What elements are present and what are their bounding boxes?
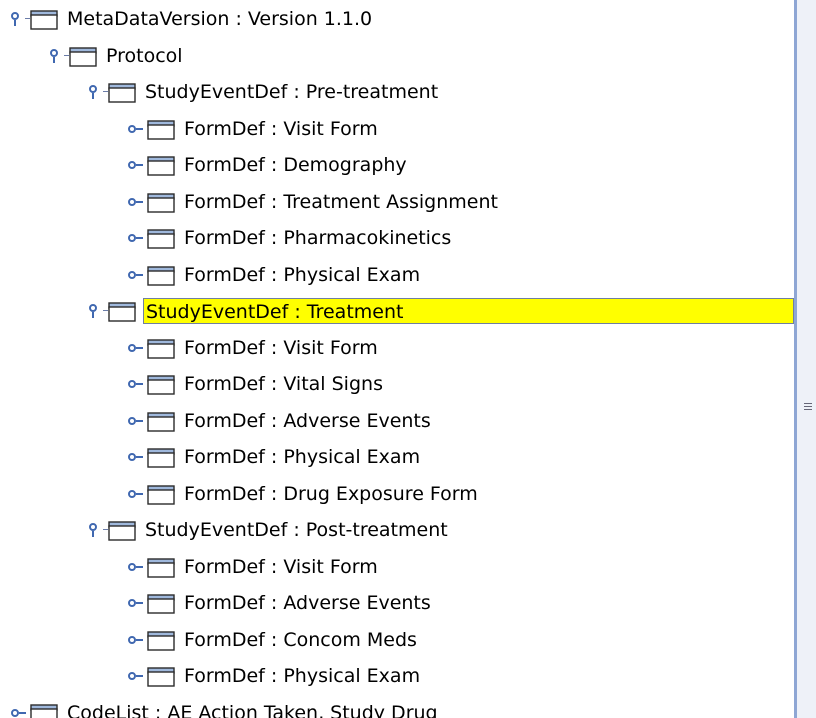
tree-node-label[interactable]: CodeList : AE Action Taken, Study Drug bbox=[65, 700, 440, 718]
folder-icon bbox=[147, 229, 175, 249]
expanded-handle-icon[interactable] bbox=[50, 48, 69, 63]
tree-node[interactable]: FormDef : Demography bbox=[0, 147, 794, 183]
tree-node[interactable]: CodeList : AE Action Taken, Study Drug bbox=[0, 695, 794, 718]
expanded-handle-icon[interactable] bbox=[89, 523, 108, 537]
collapsed-handle-icon[interactable] bbox=[128, 268, 144, 282]
tree-node[interactable]: MetaDataVersion : Version 1.1.0 bbox=[0, 1, 794, 37]
collapsed-handle-icon[interactable] bbox=[128, 122, 144, 136]
tree-node[interactable]: FormDef : Concom Meds bbox=[0, 622, 794, 658]
expanded-handle-icon[interactable] bbox=[89, 304, 108, 318]
collapsed-handle-icon[interactable] bbox=[128, 414, 144, 428]
folder-icon bbox=[147, 448, 175, 468]
collapsed-handle-icon[interactable] bbox=[128, 341, 144, 355]
folder-icon bbox=[147, 375, 175, 395]
folder-icon bbox=[147, 265, 175, 286]
tree-node[interactable]: FormDef : Treatment Assignment bbox=[0, 184, 794, 220]
folder-icon bbox=[147, 156, 175, 176]
folder-icon bbox=[147, 630, 175, 651]
tree-node-label[interactable]: FormDef : Adverse Events bbox=[182, 590, 433, 616]
collapsed-handle-icon[interactable] bbox=[128, 450, 144, 464]
tree-node[interactable]: StudyEventDef : Pre-treatment bbox=[0, 74, 794, 110]
folder-icon bbox=[147, 594, 175, 614]
folder-icon bbox=[147, 338, 175, 359]
collapsed-handle-icon[interactable] bbox=[128, 158, 144, 172]
collapsed-handle-icon[interactable] bbox=[128, 195, 144, 209]
tree-node-label[interactable]: FormDef : Adverse Events bbox=[182, 408, 433, 434]
folder-icon bbox=[108, 83, 136, 103]
collapsed-handle-icon[interactable] bbox=[128, 487, 144, 501]
folder-icon bbox=[108, 521, 136, 541]
tree-node-label[interactable]: FormDef : Pharmacokinetics bbox=[182, 225, 453, 251]
tree-node-label[interactable]: FormDef : Physical Exam bbox=[182, 262, 422, 288]
tree-node-label[interactable]: FormDef : Visit Form bbox=[182, 335, 380, 361]
collapsed-handle-icon[interactable] bbox=[128, 596, 144, 610]
tree-node-label[interactable]: FormDef : Vital Signs bbox=[182, 371, 385, 397]
tree-node-label[interactable]: FormDef : Visit Form bbox=[182, 554, 380, 580]
tree-node-label[interactable]: StudyEventDef : Post-treatment bbox=[143, 517, 450, 543]
tree-node-label[interactable]: FormDef : Concom Meds bbox=[182, 627, 419, 653]
tree-node-label[interactable]: FormDef : Physical Exam bbox=[182, 663, 422, 689]
tree-node[interactable]: FormDef : Adverse Events bbox=[0, 585, 794, 621]
tree-node[interactable]: FormDef : Visit Form bbox=[0, 111, 794, 147]
tree-node[interactable]: FormDef : Adverse Events bbox=[0, 403, 794, 439]
folder-icon bbox=[69, 46, 97, 67]
folder-icon bbox=[147, 119, 175, 140]
tree-node[interactable]: StudyEventDef : Post-treatment bbox=[0, 512, 794, 548]
tree-node-label[interactable]: FormDef : Visit Form bbox=[182, 116, 380, 142]
tree-node[interactable]: FormDef : Physical Exam bbox=[0, 439, 794, 475]
split-pane-divider[interactable] bbox=[794, 0, 816, 718]
tree-node-label[interactable]: FormDef : Demography bbox=[182, 152, 409, 178]
folder-icon bbox=[147, 484, 175, 505]
tree-node-label[interactable]: FormDef : Treatment Assignment bbox=[182, 189, 500, 215]
tree-node[interactable]: FormDef : Visit Form bbox=[0, 549, 794, 585]
tree-node[interactable]: FormDef : Physical Exam bbox=[0, 658, 794, 694]
tree-node-label[interactable]: MetaDataVersion : Version 1.1.0 bbox=[65, 6, 374, 32]
tree-node-label[interactable]: Protocol bbox=[104, 43, 185, 69]
tree-node[interactable]: FormDef : Vital Signs bbox=[0, 366, 794, 402]
folder-icon bbox=[147, 411, 175, 432]
tree-node[interactable]: StudyEventDef : Treatment bbox=[0, 293, 794, 329]
expanded-handle-icon[interactable] bbox=[89, 85, 108, 99]
tree-node-label[interactable]: FormDef : Physical Exam bbox=[182, 444, 422, 470]
folder-icon bbox=[147, 557, 175, 578]
tree-node-label[interactable]: FormDef : Drug Exposure Form bbox=[182, 481, 480, 507]
folder-icon bbox=[147, 192, 175, 213]
collapsed-handle-icon[interactable] bbox=[128, 669, 144, 683]
grip-icon bbox=[804, 403, 812, 410]
collapsed-handle-icon[interactable] bbox=[128, 377, 144, 391]
expanded-handle-icon[interactable] bbox=[11, 12, 30, 26]
tree-node[interactable]: FormDef : Physical Exam bbox=[0, 257, 794, 293]
collapsed-handle-icon[interactable] bbox=[11, 706, 27, 718]
collapsed-handle-icon[interactable] bbox=[128, 231, 144, 245]
collapsed-handle-icon[interactable] bbox=[128, 633, 144, 647]
tree-node[interactable]: FormDef : Pharmacokinetics bbox=[0, 220, 794, 256]
tree-node-label-selected[interactable]: StudyEventDef : Treatment bbox=[143, 298, 794, 324]
folder-icon bbox=[30, 10, 58, 30]
folder-icon bbox=[108, 302, 136, 322]
tree-node[interactable]: FormDef : Drug Exposure Form bbox=[0, 476, 794, 512]
tree-view[interactable]: MetaDataVersion : Version 1.1.0 Protocol S… bbox=[0, 0, 794, 718]
tree-node[interactable]: Protocol bbox=[0, 38, 794, 74]
folder-icon bbox=[147, 667, 175, 687]
folder-icon bbox=[30, 703, 58, 718]
tree-node[interactable]: FormDef : Visit Form bbox=[0, 330, 794, 366]
tree-node-label[interactable]: StudyEventDef : Pre-treatment bbox=[143, 79, 440, 105]
collapsed-handle-icon[interactable] bbox=[128, 560, 144, 574]
